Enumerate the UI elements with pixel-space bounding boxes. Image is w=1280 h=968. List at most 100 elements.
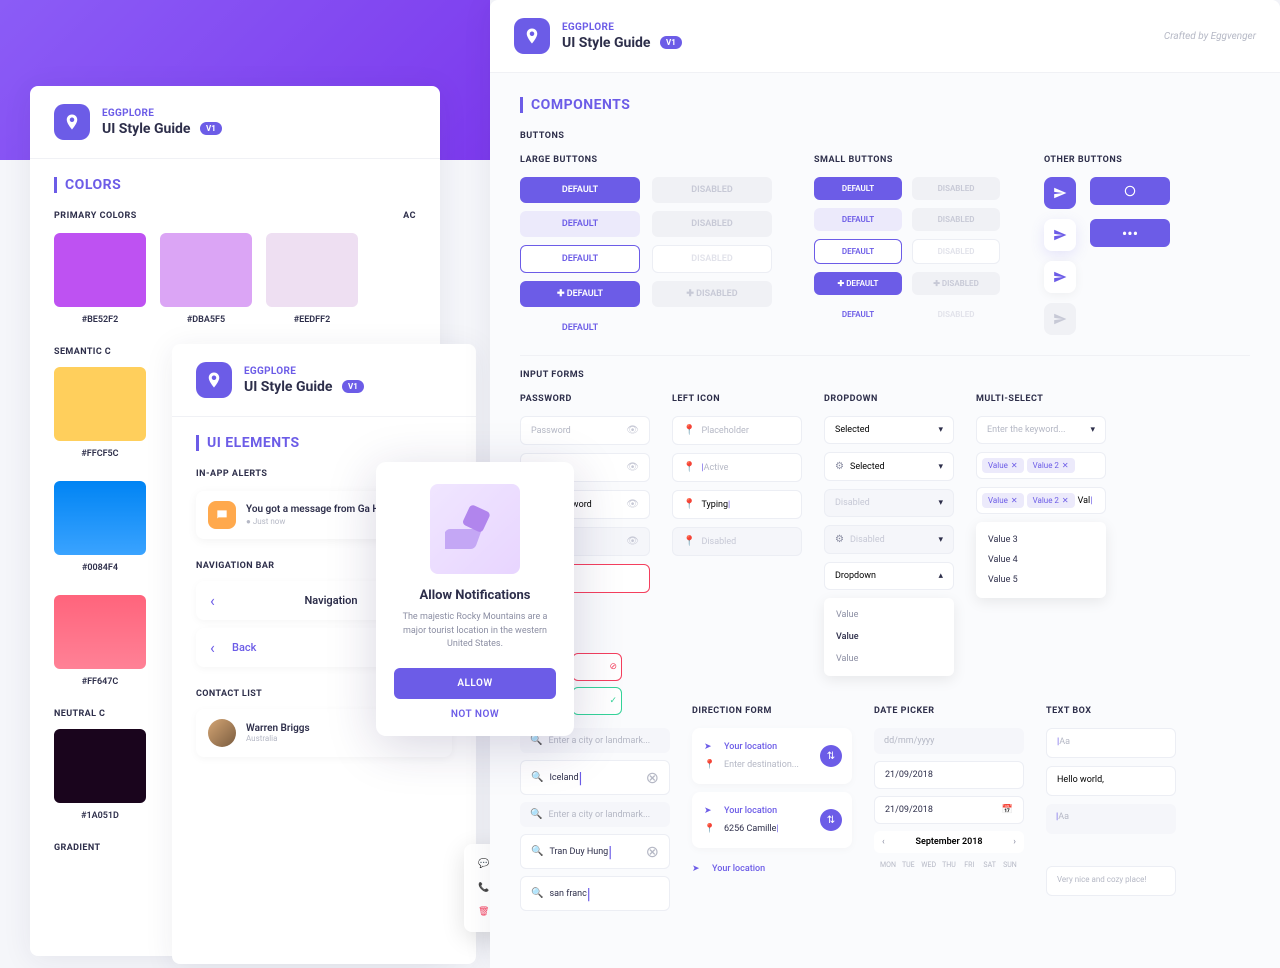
pin-icon: 📍 (683, 462, 695, 473)
caret-up-icon: ▴ (938, 571, 943, 581)
calendar-icon[interactable]: 📅 (1002, 805, 1013, 815)
textbox-review[interactable]: Very nice and cozy place! (1046, 866, 1176, 896)
avatar (208, 719, 236, 747)
multiselect-option[interactable]: Value 5 (988, 570, 1094, 590)
search-icon: 🔍 (531, 846, 543, 857)
lefticon-input-placeholder[interactable]: 📍Placeholder (672, 416, 802, 445)
search-sanfranc[interactable]: 🔍san franc| (520, 876, 670, 911)
btn-large-icon-disabled: ✚ DISABLED (652, 281, 772, 307)
iconbtn-send-soft[interactable] (1044, 219, 1076, 251)
date-filled[interactable]: 21/09/2018 (874, 761, 1024, 789)
eye-icon: 👁 (626, 536, 639, 547)
chat-icon: 💬 (478, 859, 489, 869)
direction-form-simple[interactable]: ➤Your location (692, 856, 852, 882)
dropdown-option[interactable]: Value (824, 604, 954, 626)
clear-icon[interactable]: ⊗ (646, 842, 659, 861)
iconbtn-send-disabled (1044, 303, 1076, 335)
chevron-right-icon[interactable]: › (1013, 837, 1016, 847)
multiselect-option[interactable]: Value 3 (988, 530, 1094, 550)
clear-icon[interactable]: ⊗ (646, 768, 659, 787)
btn-large-icon-default[interactable]: ✚ DEFAULT (520, 281, 640, 307)
close-icon[interactable]: ✕ (1011, 496, 1018, 505)
iconbtn-send-primary[interactable] (1044, 177, 1076, 209)
swap-icon[interactable]: ⇅ (820, 745, 842, 767)
textbox-hello[interactable]: Hello world, (1046, 766, 1176, 796)
date-placeholder[interactable]: dd/mm/yyyy (874, 728, 1024, 754)
search-tranduyhung[interactable]: 🔍Tran Duy Hung|⊗ (520, 834, 670, 869)
btn-small-icon-default[interactable]: ✚ DEFAULT (814, 272, 902, 295)
dropdown-disabled: Disabled▾ (824, 489, 954, 517)
card-title: UI Style Guide V1 (102, 121, 222, 137)
multiselect-option[interactable]: Value 4 (988, 550, 1094, 570)
btn-small-default-soft[interactable]: DEFAULT (814, 208, 902, 231)
components-card: EGGPLORE UI Style Guide V1 Crafted by Eg… (490, 0, 1280, 960)
dropdown-disabled-icon: ⚙Disabled▾ (824, 525, 954, 554)
multiselect-typing[interactable]: Value✕Value 2✕Val| (976, 487, 1106, 514)
textbox-empty[interactable]: |Aa (1046, 728, 1176, 758)
search-icon: 🔍 (531, 772, 543, 783)
date-filled-icon[interactable]: 21/09/2018📅 (874, 796, 1024, 824)
multiselect-options: Value 3 Value 4 Value 5 (976, 522, 1106, 598)
dropdown-selected[interactable]: Selected▾ (824, 416, 954, 444)
dropdown-option[interactable]: Value (824, 626, 954, 648)
caret-down-icon: ▾ (938, 498, 943, 508)
input-success-partial[interactable]: ✓ (572, 687, 622, 715)
pin-icon: 📍 (683, 536, 695, 547)
multiselect-placeholder[interactable]: Enter the keyword...▾ (976, 416, 1106, 444)
close-icon[interactable]: ✕ (1062, 496, 1069, 505)
dropdown-open[interactable]: Dropdown▴ (824, 562, 954, 590)
btn-large-default-outline[interactable]: DEFAULT (520, 245, 640, 273)
close-icon[interactable]: ✕ (1011, 461, 1018, 470)
btn-large-default-primary[interactable]: DEFAULT (520, 177, 640, 203)
lefticon-input-active[interactable]: 📍|Active (672, 453, 802, 482)
btn-large-disabled-outline: DISABLED (652, 245, 772, 273)
input-error-partial[interactable]: ⊘ (572, 653, 622, 681)
eye-icon[interactable]: 👁 (626, 425, 639, 436)
trash-icon: 🗑 (478, 907, 489, 917)
logo-icon (54, 104, 90, 140)
not-now-link[interactable]: NOT NOW (394, 709, 556, 720)
btn-small-disabled: DISABLED (912, 208, 1000, 231)
search-iceland[interactable]: 🔍Iceland|⊗ (520, 760, 670, 795)
btn-large-ghost[interactable]: DEFAULT (520, 315, 640, 341)
card-title: UI Style Guide V1 (244, 379, 364, 395)
notifications-modal: Allow Notifications The majestic Rocky M… (376, 462, 574, 736)
brand-text: EGGPLORE (562, 22, 682, 33)
widebtn-dots[interactable]: ••• (1090, 219, 1170, 247)
textbox-soft-empty[interactable]: |Aa (1046, 804, 1176, 834)
eye-off-icon[interactable]: 👁 (626, 499, 639, 510)
chevron-left-icon[interactable]: ‹ (210, 638, 224, 657)
widebtn-circle[interactable] (1090, 177, 1170, 205)
send-icon: ➤ (704, 806, 718, 816)
dropdown-selected-icon[interactable]: ⚙Selected▾ (824, 452, 954, 481)
allow-button[interactable]: ALLOW (394, 668, 556, 699)
swap-icon[interactable]: ⇅ (820, 809, 842, 831)
lefticon-input-typing[interactable]: 📍Typing| (672, 490, 802, 519)
chevron-left-icon[interactable]: ‹ (882, 837, 885, 847)
multiselect-tags[interactable]: Value✕Value 2✕ (976, 452, 1106, 479)
eye-icon[interactable]: 👁 (626, 462, 639, 473)
direction-form-empty[interactable]: ➤Your location 📍Enter destination... ⇅ (692, 728, 852, 784)
chevron-left-icon[interactable]: ‹ (210, 591, 224, 610)
btn-large-default-soft[interactable]: DEFAULT (520, 211, 640, 237)
swatch-dba5f5 (160, 233, 252, 307)
iconbtn-send-plain[interactable] (1044, 261, 1076, 293)
btn-small-ghost[interactable]: DEFAULT (814, 303, 902, 326)
pin-icon: 📍 (704, 824, 718, 834)
btn-small-ghost-disabled: DISABLED (912, 303, 1000, 326)
btn-small-default-primary[interactable]: DEFAULT (814, 177, 902, 200)
swatch-be52f2 (54, 233, 146, 307)
search-placeholder-2[interactable]: 🔍Enter a city or landmark... (520, 802, 670, 827)
password-input-placeholder[interactable]: Password👁 (520, 416, 650, 445)
modal-title: Allow Notifications (394, 588, 556, 603)
close-icon[interactable]: ✕ (1062, 461, 1069, 470)
logo-icon (514, 18, 550, 54)
swatch-ff647c (54, 595, 146, 669)
settings-icon: ⚙ (835, 461, 844, 472)
dropdown-option[interactable]: Value (824, 648, 954, 670)
btn-small-default-outline[interactable]: DEFAULT (814, 239, 902, 264)
direction-form-filled[interactable]: ➤Your location 📍6256 Camille| ⇅ (692, 792, 852, 848)
modal-body: The majestic Rocky Mountains are a major… (394, 611, 556, 652)
caret-down-icon: ▾ (938, 425, 943, 435)
pin-icon: 📍 (704, 760, 718, 770)
